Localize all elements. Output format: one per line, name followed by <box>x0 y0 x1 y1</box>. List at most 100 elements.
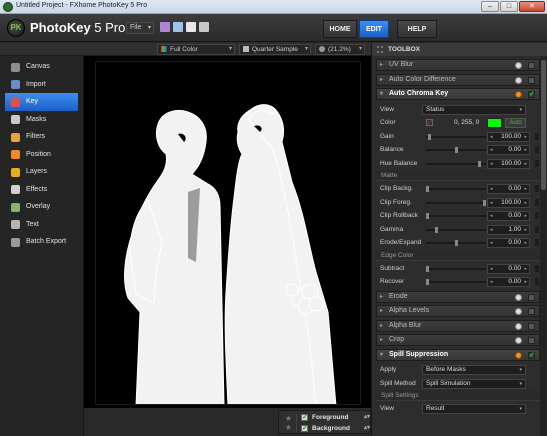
sidebar-item-position[interactable]: Position <box>5 146 78 164</box>
effect-alpha-blur[interactable]: ▸ Alpha Blur <box>376 319 540 332</box>
new-project-icon[interactable] <box>160 22 170 32</box>
slider-knob[interactable] <box>426 279 429 285</box>
home-button[interactable]: HOME <box>323 20 357 38</box>
sidebar-item-key[interactable]: Key <box>5 93 78 111</box>
sidebar-item-batch-export[interactable]: Batch Export <box>5 233 78 251</box>
sidebar-item-text[interactable]: Text <box>5 216 78 234</box>
param-select[interactable]: Result ▾ <box>422 404 526 414</box>
decrement-arrow-icon[interactable]: ◂ <box>490 199 493 207</box>
effect-uv-blur[interactable]: ▸ UV Blur <box>376 59 540 71</box>
checkbox-icon[interactable]: ✓ <box>301 425 308 432</box>
param-slider[interactable] <box>426 186 486 192</box>
slider-knob[interactable] <box>483 199 486 206</box>
increment-arrow-icon[interactable]: ▸ <box>524 199 527 207</box>
param-value-field[interactable]: ◂ 1.00 ▸ <box>487 224 530 235</box>
sidebar-item-canvas[interactable]: Canvas <box>5 58 78 76</box>
expand-triangle-icon[interactable]: ▸ <box>380 335 383 345</box>
increment-arrow-icon[interactable]: ▸ <box>524 226 527 234</box>
effect-alpha-levels[interactable]: ▸ Alpha Levels <box>376 305 540 317</box>
sidebar-item-import[interactable]: Import <box>5 76 78 94</box>
param-slider[interactable] <box>426 279 486 285</box>
print-icon[interactable] <box>199 22 209 32</box>
expand-triangle-icon[interactable]: ▸ <box>380 292 383 302</box>
checkbox-icon[interactable]: ✓ <box>301 414 308 421</box>
auto-color-button[interactable]: Auto <box>505 118 526 128</box>
sidebar-item-effects[interactable]: Effects <box>5 181 78 199</box>
increment-arrow-icon[interactable]: ▸ <box>524 239 527 247</box>
effect-auto-color-difference[interactable]: ▸ Auto Color Difference <box>376 73 540 86</box>
param-select[interactable]: Spill Simulation ▾ <box>422 378 526 389</box>
effect-auto-chroma-key[interactable]: ▾ Auto Chroma Key ✓ <box>376 88 540 100</box>
param-slider[interactable] <box>426 160 486 167</box>
param-slider[interactable] <box>426 240 486 246</box>
edit-button[interactable]: EDIT <box>359 20 389 38</box>
effect-erode[interactable]: ▸ Erode <box>376 290 540 303</box>
enable-toggle[interactable] <box>528 293 535 301</box>
sidebar-item-overlay[interactable]: Overlay <box>5 198 78 216</box>
expand-triangle-icon[interactable]: ▸ <box>380 306 383 316</box>
decrement-arrow-icon[interactable]: ◂ <box>490 160 493 168</box>
decrement-arrow-icon[interactable]: ◂ <box>490 133 493 141</box>
increment-arrow-icon[interactable]: ▸ <box>524 133 527 141</box>
effect-spill-suppression[interactable]: ▾ Spill Suppression ✓ <box>376 348 540 361</box>
layer-background[interactable]: ✓ Background ▴▾ <box>301 423 371 434</box>
param-select[interactable]: Before Masks ▾ <box>422 365 526 375</box>
param-value-field[interactable]: ◂ 0.00 ▸ <box>487 277 530 287</box>
enable-toggle[interactable] <box>528 337 535 344</box>
enable-toggle[interactable] <box>528 62 535 69</box>
maximize-button[interactable]: □ <box>500 1 518 12</box>
slider-knob[interactable] <box>454 147 458 153</box>
eyedropper-icon[interactable] <box>426 119 433 126</box>
scrollbar-thumb[interactable] <box>541 60 546 190</box>
param-select[interactable]: Status ▾ <box>422 104 526 115</box>
zoom-dropdown[interactable]: (21.2%) ▾ <box>315 44 365 55</box>
reorder-arrows-icon[interactable]: ▴▾ <box>364 412 370 423</box>
open-project-icon[interactable] <box>173 22 183 32</box>
sample-mode-dropdown[interactable]: Quarter Sample ▾ <box>239 44 311 55</box>
param-value-field[interactable]: ◂ 0.00 ▸ <box>487 145 530 155</box>
param-value-field[interactable]: ◂ 100.00 ▸ <box>487 158 530 169</box>
effect-crop[interactable]: ▸ Crop <box>376 334 540 346</box>
decrement-arrow-icon[interactable]: ◂ <box>490 265 493 273</box>
layer-foreground[interactable]: ✓ Foreground ▴▾ <box>301 412 371 423</box>
color-mode-dropdown[interactable]: Full Color ▾ <box>157 44 235 55</box>
param-value-field[interactable]: ◂ 100.00 ▸ <box>487 131 530 142</box>
decrement-arrow-icon[interactable]: ◂ <box>490 239 493 247</box>
slider-knob[interactable] <box>428 133 432 140</box>
param-value-field[interactable]: ◂ 0.00 ▸ <box>487 238 530 248</box>
toolbox-scrollbar[interactable] <box>540 56 547 436</box>
increment-arrow-icon[interactable]: ▸ <box>524 212 527 220</box>
sidebar-item-filters[interactable]: Filters <box>5 128 78 146</box>
expand-triangle-icon[interactable]: ▸ <box>380 75 383 85</box>
keyframe-clock-icon[interactable] <box>515 308 522 315</box>
increment-arrow-icon[interactable]: ▸ <box>524 160 527 168</box>
param-slider[interactable] <box>426 265 486 272</box>
increment-arrow-icon[interactable]: ▸ <box>524 146 527 154</box>
increment-arrow-icon[interactable]: ▸ <box>524 278 527 286</box>
param-value-field[interactable]: ◂ 0.00 ▸ <box>487 211 530 221</box>
email-icon[interactable] <box>186 22 196 32</box>
keyframe-clock-icon[interactable] <box>515 337 522 344</box>
keyframe-clock-icon[interactable] <box>515 62 522 69</box>
enable-toggle[interactable] <box>528 322 535 330</box>
slider-knob[interactable] <box>426 186 429 192</box>
decrement-arrow-icon[interactable]: ◂ <box>490 212 493 220</box>
slider-knob[interactable] <box>478 160 482 167</box>
expand-triangle-icon[interactable]: ▸ <box>380 321 383 331</box>
slider-knob[interactable] <box>426 265 429 272</box>
param-slider[interactable] <box>426 133 486 140</box>
file-menu[interactable]: File ▾ <box>126 22 154 34</box>
param-slider[interactable] <box>426 199 486 206</box>
key-color-swatch[interactable] <box>487 118 502 128</box>
sidebar-item-masks[interactable]: Masks <box>5 111 78 129</box>
enable-toggle[interactable] <box>528 308 535 315</box>
keyframe-clock-icon[interactable] <box>515 322 522 330</box>
slider-knob[interactable] <box>426 213 429 219</box>
decrement-arrow-icon[interactable]: ◂ <box>490 185 493 193</box>
keyframe-clock-icon[interactable] <box>515 351 522 359</box>
sidebar-item-layers[interactable]: Layers <box>5 163 78 181</box>
param-slider[interactable] <box>426 213 486 219</box>
reorder-arrows-icon[interactable]: ▴▾ <box>364 423 370 434</box>
increment-arrow-icon[interactable]: ▸ <box>524 185 527 193</box>
decrement-arrow-icon[interactable]: ◂ <box>490 226 493 234</box>
